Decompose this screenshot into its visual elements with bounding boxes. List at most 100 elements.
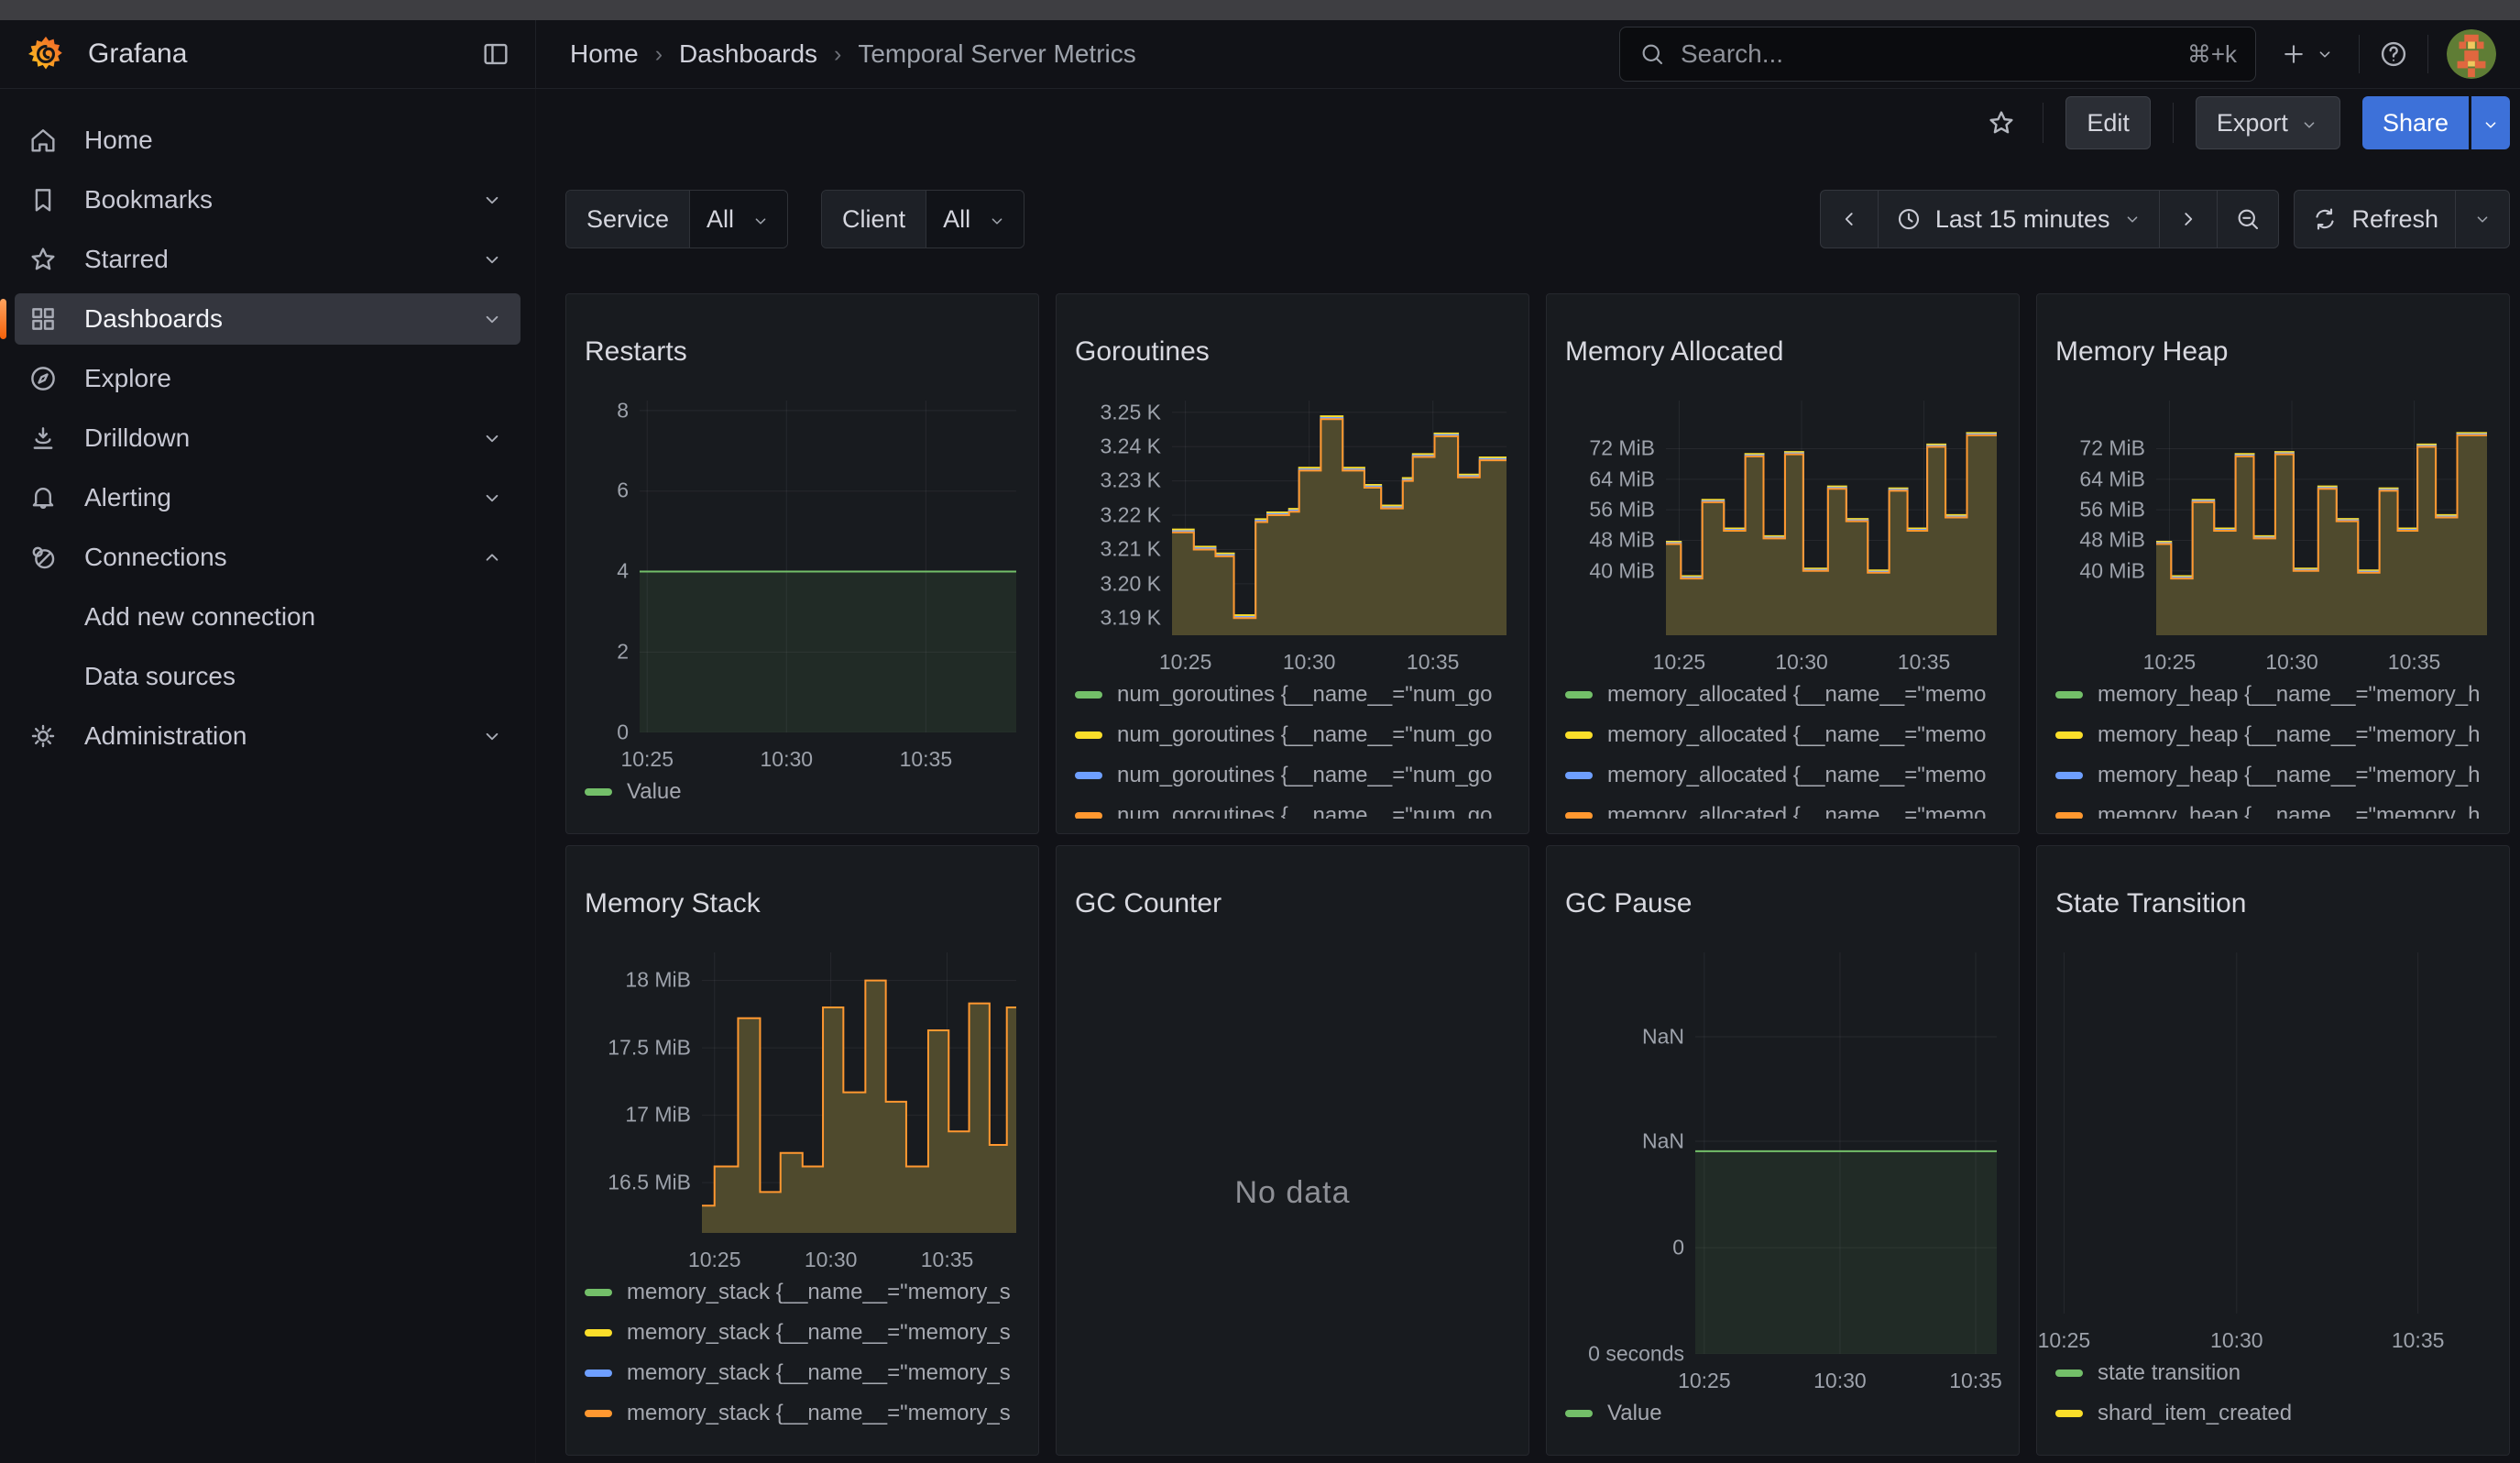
sidebar-item-administration[interactable]: Administration	[15, 710, 520, 762]
legend-label: Value	[1607, 1401, 1662, 1426]
panel-title[interactable]: Memory Stack	[585, 884, 1020, 924]
plot-area[interactable]	[2055, 952, 2487, 1314]
panel-title[interactable]: Restarts	[585, 332, 1020, 372]
panel-title[interactable]: GC Pause	[1565, 884, 2000, 924]
time-range-picker[interactable]: Last 15 minutes	[1879, 191, 2161, 248]
legend-item[interactable]: memory_stack {__name__="memory_s	[585, 1319, 1020, 1347]
legend-item[interactable]: memory_stack {__name__="memory_s	[585, 1359, 1020, 1387]
panel-title[interactable]: GC Counter	[1075, 884, 1510, 924]
legend-item[interactable]: memory_stack {__name__="memory_s	[585, 1279, 1020, 1306]
chart-zone: NaNNaN00 seconds10:2510:3010:35	[1565, 952, 2000, 1391]
panel-memory_heap: Memory Heap72 MiB64 MiB56 MiB48 MiB40 Mi…	[2036, 293, 2510, 834]
legend-item[interactable]: num_goroutines {__name__="num_go	[1075, 721, 1510, 749]
legend-label: num_goroutines {__name__="num_go	[1117, 763, 1493, 788]
chevron-down-icon	[480, 486, 504, 510]
legend-item[interactable]: memory_allocated {__name__="memo	[1565, 762, 2000, 789]
y-tick-label: 3.20 K	[1101, 571, 1162, 596]
y-axis-labels: 3.25 K3.24 K3.23 K3.22 K3.21 K3.20 K3.19…	[1075, 401, 1172, 635]
panel-title[interactable]: State Transition	[2055, 884, 2491, 924]
legend-label: memory_heap {__name__="memory_h	[2098, 803, 2480, 819]
header-brand-section: Grafana	[0, 20, 536, 88]
y-axis-labels: 18 MiB17.5 MiB17 MiB16.5 MiB	[585, 952, 702, 1233]
time-forward-button[interactable]	[2160, 191, 2218, 248]
x-axis-labels: 10:2510:3010:35	[2156, 641, 2487, 672]
legend-item[interactable]: memory_allocated {__name__="memo	[1565, 681, 2000, 709]
share-options-button[interactable]	[2471, 96, 2510, 149]
legend-series-dash-icon	[2055, 1370, 2083, 1377]
sidebar-item-label: Administration	[84, 721, 480, 751]
legend-label: num_goroutines {__name__="num_go	[1117, 803, 1493, 819]
chevron-down-icon	[480, 188, 504, 212]
sidebar-item-add-new-connection[interactable]: Add new connection	[15, 591, 520, 643]
refresh-interval-button[interactable]	[2456, 191, 2509, 248]
legend-item[interactable]: shard_item_created	[2055, 1400, 2491, 1427]
breadcrumb: Home›Dashboards›Temporal Server Metrics	[570, 39, 1136, 69]
sidebar-item-dashboards[interactable]: Dashboards	[15, 293, 520, 345]
sidebar-item-data-sources[interactable]: Data sources	[15, 651, 520, 702]
panel-title[interactable]: Memory Heap	[2055, 332, 2491, 372]
y-tick-label: 3.24 K	[1101, 434, 1162, 459]
sidebar-item-connections[interactable]: Connections	[15, 532, 520, 583]
legend-item[interactable]: memory_stack {__name__="memory_s	[585, 1400, 1020, 1427]
sidebar-item-explore[interactable]: Explore	[15, 353, 520, 404]
legend-item[interactable]: memory_heap {__name__="memory_h	[2055, 681, 2491, 709]
plot-area[interactable]	[2156, 401, 2487, 635]
breadcrumb-item-temporal-server-metrics: Temporal Server Metrics	[858, 39, 1135, 69]
legend-item[interactable]: num_goroutines {__name__="num_go	[1075, 802, 1510, 819]
legend-series-dash-icon	[2055, 1410, 2083, 1417]
chart-zone: 72 MiB64 MiB56 MiB48 MiB40 MiB10:2510:30…	[1565, 401, 2000, 672]
legend-item[interactable]: memory_heap {__name__="memory_h	[2055, 802, 2491, 819]
legend-item[interactable]: memory_heap {__name__="memory_h	[2055, 762, 2491, 789]
sidebar-item-home[interactable]: Home	[15, 115, 520, 166]
panel-memory_stack: Memory Stack 18 MiB17.5 MiB17 MiB16.5 MiB…	[565, 845, 1039, 1456]
y-tick-label: 0	[1672, 1235, 1684, 1260]
legend-item[interactable]: Value	[1565, 1400, 2000, 1427]
filter-value-dropdown[interactable]: All	[690, 191, 787, 248]
sidebar-item-alerting[interactable]: Alerting	[15, 472, 520, 523]
drilldown-icon	[27, 423, 59, 454]
plot-area[interactable]	[702, 952, 1016, 1233]
legend-series-dash-icon	[1565, 1410, 1593, 1417]
zoom-out-button[interactable]	[2218, 191, 2278, 248]
time-back-button[interactable]	[1821, 191, 1879, 248]
plot-area[interactable]	[640, 401, 1016, 732]
chart-zone: 8642010:2510:3010:35	[585, 401, 1020, 769]
share-button[interactable]: Share	[2362, 96, 2469, 149]
zoom-out-icon	[2234, 205, 2262, 233]
refresh-button[interactable]: Refresh	[2295, 191, 2456, 248]
legend-label: num_goroutines {__name__="num_go	[1117, 722, 1493, 748]
filter-label: Service	[566, 191, 690, 248]
edit-button[interactable]: Edit	[2065, 96, 2151, 149]
legend-item[interactable]: memory_allocated {__name__="memo	[1565, 721, 2000, 749]
header-divider	[2359, 35, 2360, 73]
plot-area[interactable]	[1666, 401, 1997, 635]
breadcrumb-item-home[interactable]: Home	[570, 39, 639, 69]
legend-item[interactable]: Value	[585, 778, 1020, 806]
breadcrumb-item-dashboards[interactable]: Dashboards	[679, 39, 817, 69]
panel-title[interactable]: Memory Allocated	[1565, 332, 2000, 372]
legend-item[interactable]: memory_allocated {__name__="memo	[1565, 802, 2000, 819]
favorite-star-button[interactable]	[1986, 107, 2017, 138]
panel-title[interactable]: Goroutines	[1075, 332, 1510, 372]
legend-item[interactable]: state transition	[2055, 1359, 2491, 1387]
search-input[interactable]: Search... ⌘+k	[1619, 27, 2256, 82]
plot-area[interactable]	[1695, 952, 1997, 1354]
plot-area[interactable]	[1172, 401, 1507, 635]
sidebar-toggle-icon[interactable]	[480, 38, 511, 70]
help-button[interactable]	[2378, 38, 2409, 70]
legend-item[interactable]: num_goroutines {__name__="num_go	[1075, 681, 1510, 709]
legend-item[interactable]: memory_heap {__name__="memory_h	[2055, 721, 2491, 749]
filter-value-dropdown[interactable]: All	[926, 191, 1024, 248]
legend-item[interactable]: num_goroutines {__name__="num_go	[1075, 762, 1510, 789]
sidebar-item-bookmarks[interactable]: Bookmarks	[15, 174, 520, 226]
legend-label: state transition	[2098, 1360, 2241, 1386]
sidebar-item-drilldown[interactable]: Drilldown	[15, 412, 520, 464]
compass-icon	[27, 363, 59, 394]
export-button[interactable]: Export	[2196, 96, 2340, 149]
variable-filters: ServiceAllClientAll	[565, 190, 1024, 248]
legend-series-dash-icon	[585, 1370, 612, 1377]
avatar[interactable]	[2447, 29, 2496, 79]
new-button[interactable]	[2274, 40, 2340, 68]
sidebar-item-label: Starred	[84, 245, 480, 274]
sidebar-item-starred[interactable]: Starred	[15, 234, 520, 285]
